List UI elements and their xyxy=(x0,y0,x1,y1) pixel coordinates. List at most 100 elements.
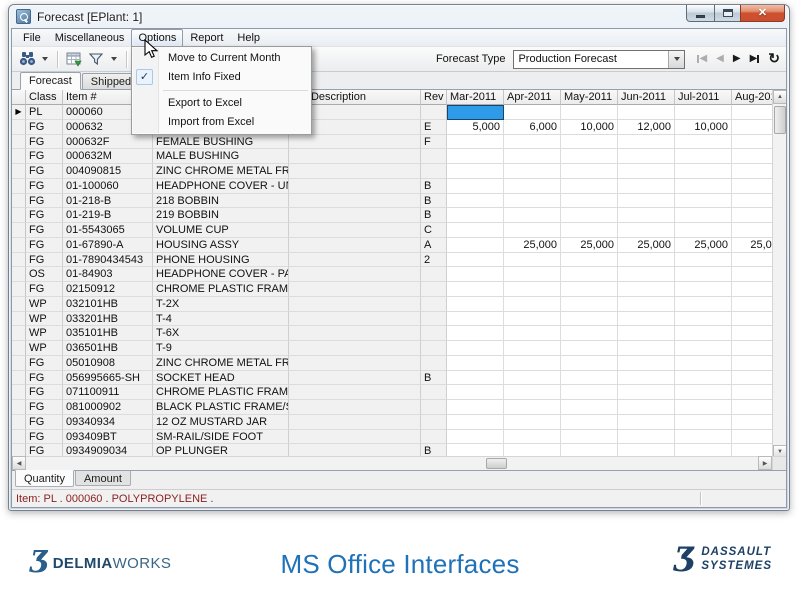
column-header[interactable]: Jun-2011 xyxy=(618,90,675,105)
grid-cell[interactable] xyxy=(421,297,447,312)
grid-cell[interactable]: 218 BOBBIN xyxy=(153,194,289,209)
grid-cell[interactable] xyxy=(421,341,447,356)
grid-cell[interactable] xyxy=(504,282,561,297)
menu-item-move-to-current-month[interactable]: Move to Current Month xyxy=(132,49,311,68)
grid-cell[interactable] xyxy=(675,385,732,400)
grid-cell[interactable]: FEMALE BUSHING xyxy=(153,135,289,150)
grid-cell[interactable] xyxy=(289,371,421,386)
prev-record-button[interactable]: ◀ xyxy=(716,54,724,64)
grid-cell[interactable] xyxy=(618,312,675,327)
grid-cell[interactable] xyxy=(504,312,561,327)
grid-cell[interactable] xyxy=(504,297,561,312)
grid-cell[interactable] xyxy=(447,164,504,179)
grid-cell[interactable]: 036501HB xyxy=(63,341,153,356)
grid-cell[interactable]: 081000902 xyxy=(63,400,153,415)
grid-cell[interactable]: T-6X xyxy=(153,326,289,341)
grid-cell[interactable] xyxy=(447,208,504,223)
grid-cell[interactable] xyxy=(504,208,561,223)
grid-cell[interactable]: FG xyxy=(26,253,63,268)
grid-cell[interactable]: C xyxy=(421,223,447,238)
grid-cell[interactable] xyxy=(561,164,618,179)
next-record-button[interactable]: ▶ xyxy=(733,54,741,64)
grid-cell[interactable]: WP xyxy=(26,312,63,327)
grid-cell[interactable] xyxy=(618,385,675,400)
grid-cell[interactable] xyxy=(561,135,618,150)
bottom-tab-quantity[interactable]: Quantity xyxy=(15,470,74,487)
grid-cell[interactable]: CHROME PLASTIC FRAME/... xyxy=(153,282,289,297)
horizontal-scrollbar[interactable]: ◀ ▶ xyxy=(12,456,772,470)
first-record-button[interactable]: ◀ xyxy=(697,54,707,64)
grid-cell[interactable] xyxy=(447,312,504,327)
grid-cell[interactable]: B xyxy=(421,194,447,209)
grid-cell[interactable] xyxy=(675,223,732,238)
grid-cell[interactable] xyxy=(561,297,618,312)
grid-cell[interactable] xyxy=(447,385,504,400)
grid-cell[interactable] xyxy=(504,430,561,445)
grid-cell[interactable]: ZINC CHROME METAL FRA... xyxy=(153,164,289,179)
grid-cell[interactable]: A xyxy=(421,238,447,253)
grid-cell[interactable]: 12,000 xyxy=(618,120,675,135)
grid-cell[interactable] xyxy=(675,282,732,297)
grid-cell[interactable]: FG xyxy=(26,120,63,135)
grid-cell[interactable]: 219 BOBBIN xyxy=(153,208,289,223)
grid-cell[interactable]: FG xyxy=(26,149,63,164)
grid-cell[interactable] xyxy=(289,282,421,297)
grid-cell[interactable] xyxy=(289,135,421,150)
grid-cell[interactable] xyxy=(561,208,618,223)
grid-cell[interactable]: E xyxy=(421,120,447,135)
grid-cell[interactable] xyxy=(447,135,504,150)
grid-cell[interactable] xyxy=(675,253,732,268)
column-header[interactable]: Jul-2011 xyxy=(675,90,732,105)
grid-cell[interactable]: 032101HB xyxy=(63,297,153,312)
grid-cell[interactable] xyxy=(561,253,618,268)
grid-cell[interactable]: 25,000 xyxy=(504,238,561,253)
refresh-button[interactable]: ↻ xyxy=(768,50,780,67)
find-button[interactable] xyxy=(18,50,36,68)
grid-cell[interactable]: 25,000 xyxy=(675,238,732,253)
grid-cell[interactable] xyxy=(561,223,618,238)
grid-cell[interactable]: 5,000 xyxy=(447,120,504,135)
grid-cell[interactable] xyxy=(289,238,421,253)
grid-cell[interactable] xyxy=(618,267,675,282)
grid-cell[interactable] xyxy=(504,105,561,120)
export-grid-button[interactable] xyxy=(65,50,83,68)
tab-forecast[interactable]: Forecast xyxy=(20,72,81,90)
grid-cell[interactable] xyxy=(421,282,447,297)
grid-cell[interactable]: FG xyxy=(26,164,63,179)
grid-cell[interactable] xyxy=(675,164,732,179)
grid-cell[interactable]: SM-RAIL/SIDE FOOT xyxy=(153,430,289,445)
grid-cell[interactable] xyxy=(561,282,618,297)
filter-dropdown-caret[interactable] xyxy=(111,57,117,61)
menu-item-export-to-excel[interactable]: Export to Excel xyxy=(132,94,311,113)
grid-cell[interactable] xyxy=(618,208,675,223)
grid-cell[interactable] xyxy=(447,105,504,120)
grid-cell[interactable] xyxy=(289,164,421,179)
grid-cell[interactable]: FG xyxy=(26,223,63,238)
grid-cell[interactable] xyxy=(675,415,732,430)
grid-cell[interactable]: OS xyxy=(26,267,63,282)
grid-cell[interactable] xyxy=(675,149,732,164)
grid-cell[interactable] xyxy=(504,400,561,415)
scroll-up-button[interactable]: ▲ xyxy=(773,90,786,104)
last-record-button[interactable]: ▶ xyxy=(750,54,760,64)
grid-cell[interactable] xyxy=(421,415,447,430)
grid-cell[interactable] xyxy=(447,400,504,415)
grid-cell[interactable]: 05010908 xyxy=(63,356,153,371)
grid-cell[interactable] xyxy=(289,430,421,445)
grid-cell[interactable] xyxy=(421,312,447,327)
grid-cell[interactable] xyxy=(618,135,675,150)
grid-cell[interactable] xyxy=(504,223,561,238)
grid-cell[interactable] xyxy=(289,356,421,371)
column-header[interactable]: Mar-2011 xyxy=(447,90,504,105)
minimize-button[interactable] xyxy=(686,5,715,22)
grid-cell[interactable] xyxy=(618,430,675,445)
grid-cell[interactable] xyxy=(675,105,732,120)
grid-cell[interactable]: PL xyxy=(26,105,63,120)
grid-cell[interactable] xyxy=(504,371,561,386)
grid-cell[interactable]: FG xyxy=(26,208,63,223)
grid-cell[interactable] xyxy=(289,385,421,400)
title-bar[interactable]: Forecast [EPlant: 1] ✕ xyxy=(9,5,789,28)
grid-cell[interactable] xyxy=(447,282,504,297)
grid-cell[interactable]: FG xyxy=(26,385,63,400)
grid-cell[interactable]: 01-218-B xyxy=(63,194,153,209)
